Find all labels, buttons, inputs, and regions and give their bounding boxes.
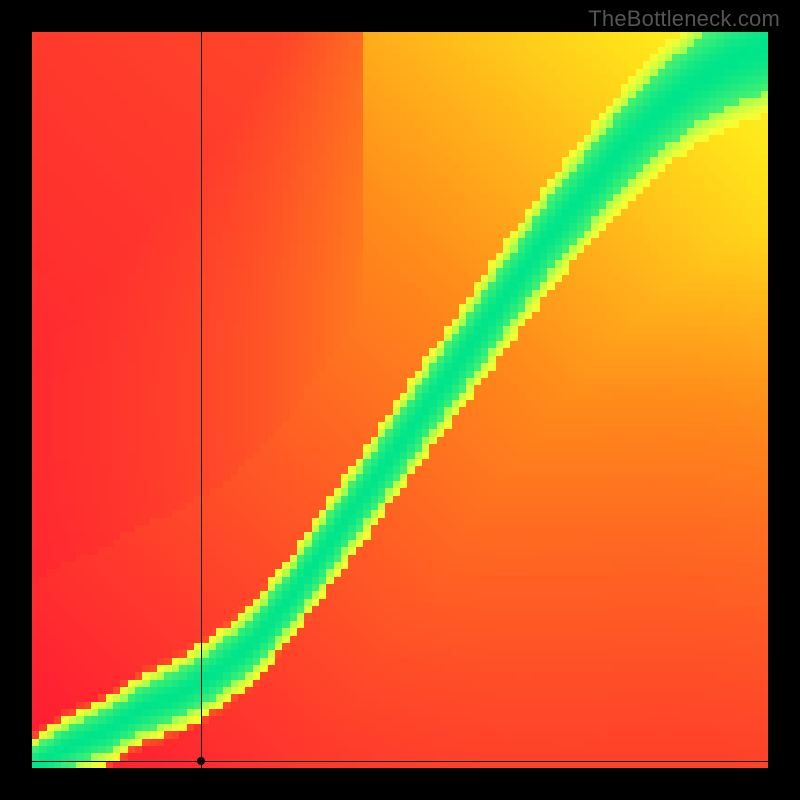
crosshair-horizontal (32, 761, 768, 762)
heatmap-canvas (32, 32, 768, 768)
marker-dot (197, 757, 205, 765)
crosshair-vertical (201, 32, 202, 768)
heatmap-plot (32, 32, 768, 768)
chart-frame: TheBottleneck.com (0, 0, 800, 800)
watermark-text: TheBottleneck.com (588, 6, 780, 32)
